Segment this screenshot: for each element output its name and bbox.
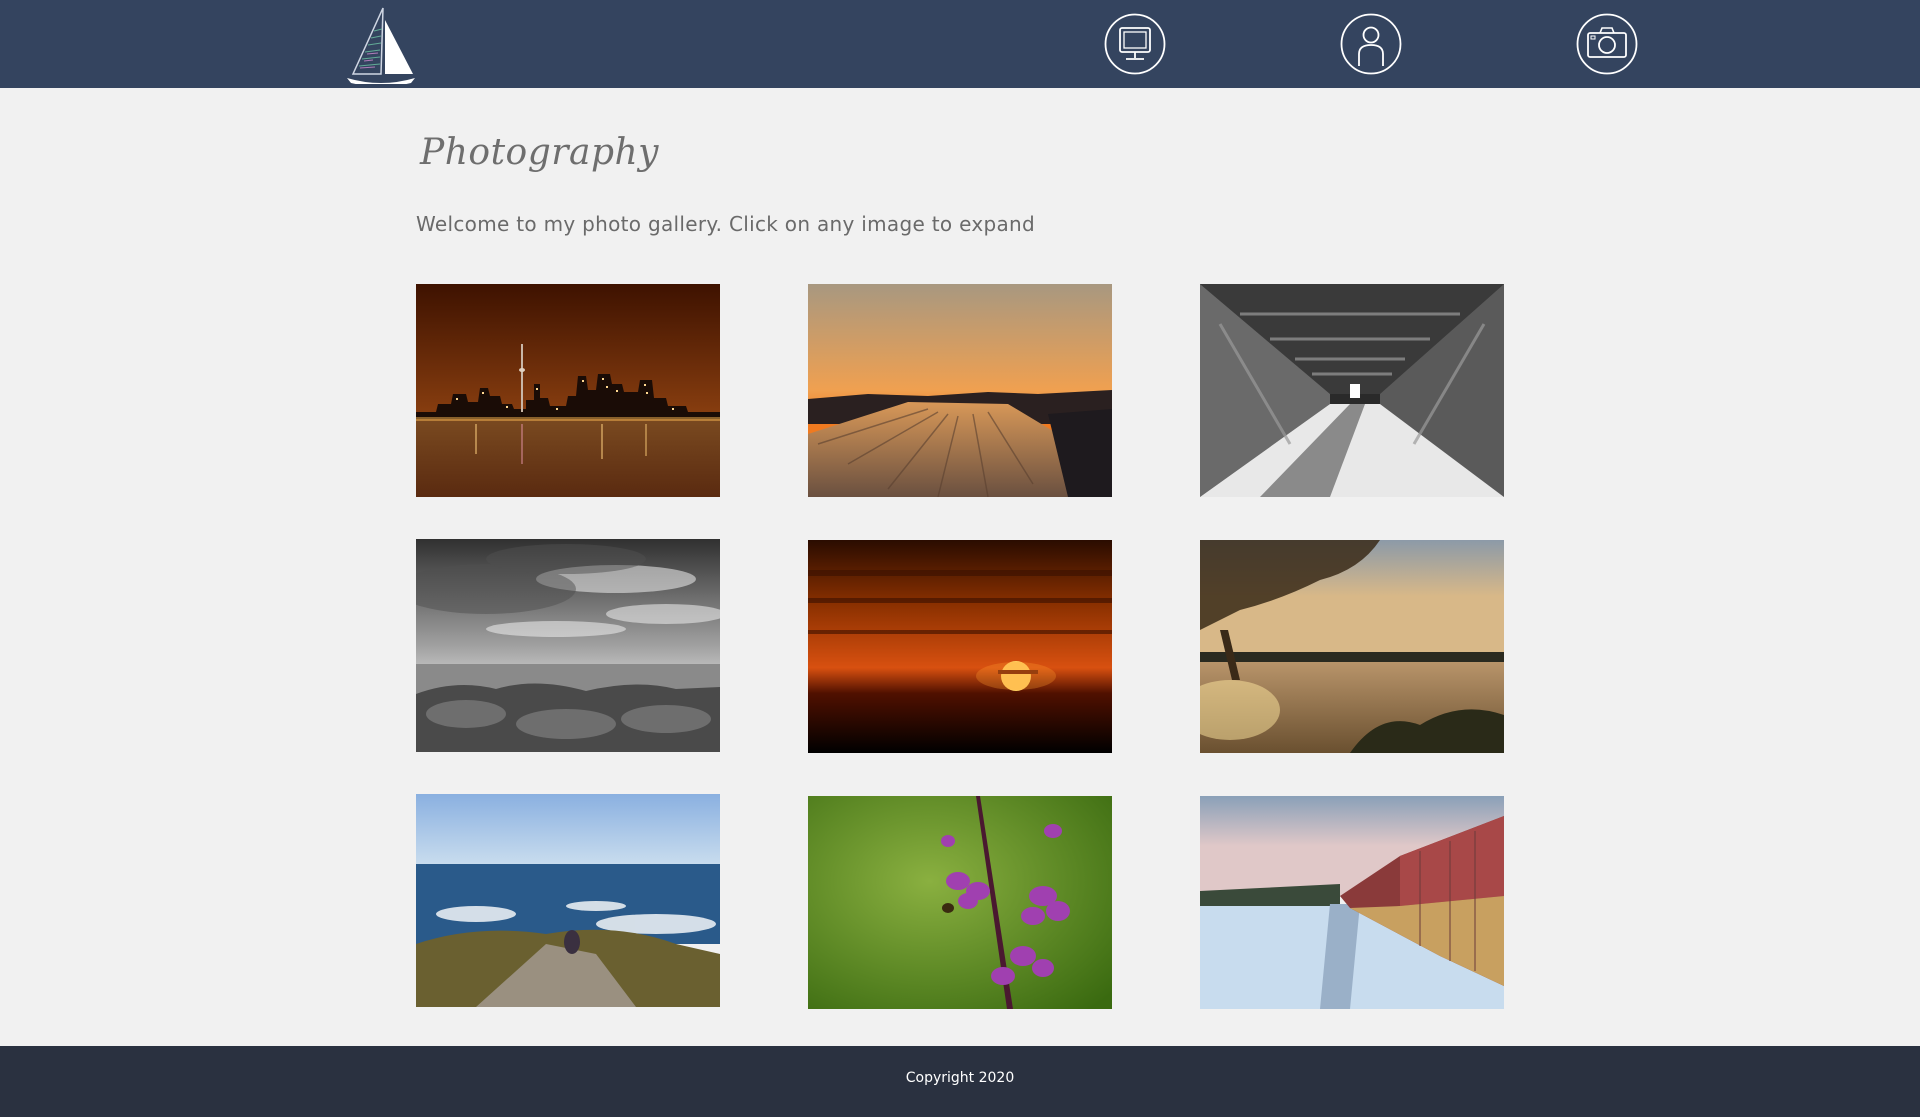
gallery-photo-fireweed[interactable] (808, 796, 1112, 1009)
gallery-photo-covered-bridge[interactable] (1200, 284, 1504, 497)
page: Photography Welcome to my photo gallery.… (0, 0, 1920, 1117)
person-icon[interactable] (1340, 13, 1402, 75)
site-header (0, 0, 1920, 88)
copyright-text: Copyright 2020 (905, 1070, 1015, 1086)
intro-text: Welcome to my photo gallery. Click on an… (416, 212, 1035, 236)
gallery-photo-train-sunset[interactable] (808, 284, 1112, 497)
camera-icon[interactable] (1576, 13, 1638, 75)
gallery-photo-stormy-shore[interactable] (416, 539, 720, 752)
gallery-photo-train-snow[interactable] (1200, 796, 1504, 1009)
site-footer: Copyright 2020 (0, 1046, 1920, 1117)
computer-icon[interactable] (1104, 13, 1166, 75)
gallery-photo-city-skyline[interactable] (416, 284, 720, 497)
gallery-photo-lake-tree[interactable] (1200, 540, 1504, 753)
main-content: Photography Welcome to my photo gallery.… (0, 88, 1920, 1046)
photo-gallery (416, 284, 1504, 1098)
gallery-photo-ocean-rocks[interactable] (416, 794, 720, 1007)
gallery-photo-sunset-water[interactable] (808, 540, 1112, 753)
sailboat-logo-icon[interactable] (345, 4, 417, 87)
page-title: Photography (420, 132, 660, 173)
